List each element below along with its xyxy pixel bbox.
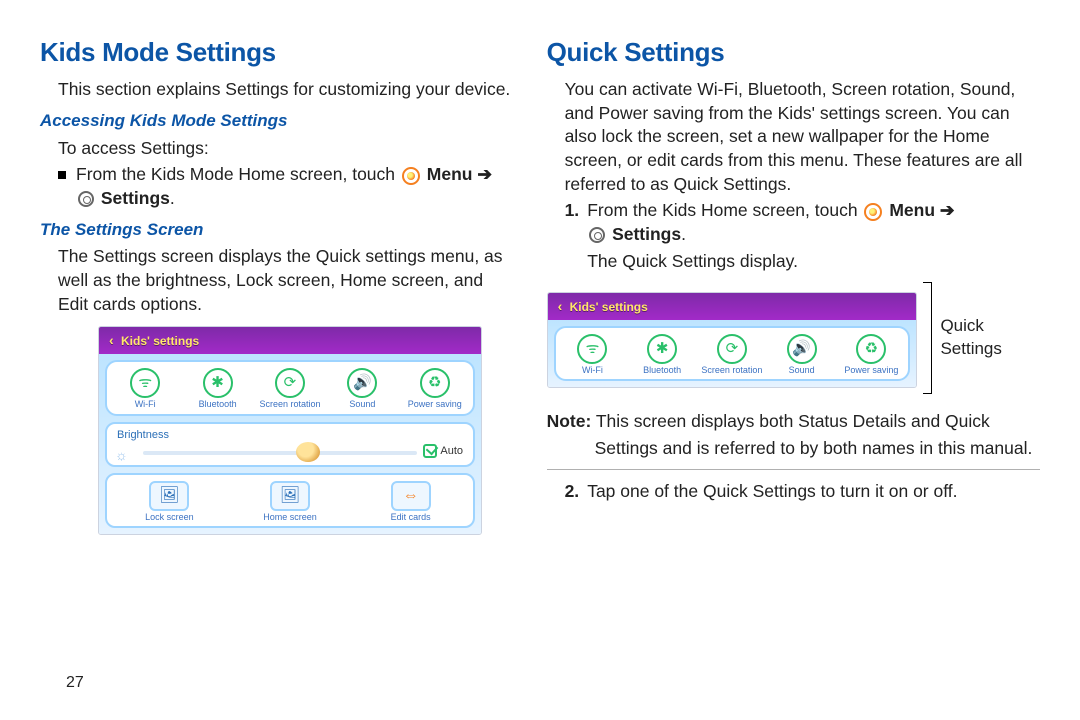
step-number: 2. [565,480,580,504]
power-saving-icon: ♻ [856,334,886,364]
arrow-icon: ➔ [940,200,955,220]
quick-settings-figure-row: ‹ Kids' settings ᯤWi-Fi ✱Bluetooth ⟳Scre… [547,282,1040,394]
bracket-icon [923,282,932,394]
screenshot-header: ‹ Kids' settings [548,293,917,320]
auto-label: Auto [440,445,463,457]
qs-wifi[interactable]: ᯤWi-Fi [560,334,624,375]
bluetooth-icon: ✱ [203,368,233,398]
settings-label: Settings [101,188,170,208]
step1-post: The Quick Settings display. [587,251,798,271]
step-2: 2. Tap one of the Quick Settings to turn… [565,480,1040,504]
step-1: 1. From the Kids Home screen, touch Menu… [565,199,1040,274]
qs-power[interactable]: ♻Power saving [839,334,903,375]
note-label: Note: [547,411,592,431]
brightness-label: Brightness [117,428,463,443]
square-bullet-icon [58,171,66,179]
home-screen-icon: 🖼 [270,481,310,511]
auto-checkbox[interactable]: Auto [423,444,463,459]
back-chevron-icon: ‹ [109,332,114,348]
access-text: To access Settings: [58,137,511,161]
wifi-icon: ᯤ [130,368,160,398]
quick-settings-callout: Quick Settings [940,315,1040,361]
qs-wifi[interactable]: ᯤWi-Fi [113,368,177,409]
quick-settings-panel: ᯤWi-Fi ✱Bluetooth ⟳Screen rotation 🔊Soun… [105,360,475,415]
step1-pre: From the Kids Home screen, touch [587,200,862,220]
bottom-buttons-panel: 🖼Lock screen 🖼Home screen ⇔Edit cards [105,473,475,528]
bluetooth-icon: ✱ [647,334,677,364]
quick-settings-screenshot: ‹ Kids' settings ᯤWi-Fi ✱Bluetooth ⟳Scre… [547,292,918,388]
step-2-text: Tap one of the Quick Settings to turn it… [587,480,957,504]
rotation-icon: ⟳ [717,334,747,364]
menu-icon [402,167,420,185]
subheading-settings-screen: The Settings Screen [40,219,511,242]
note-block: Note: This screen displays both Status D… [547,410,1040,460]
lock-screen-button[interactable]: 🖼Lock screen [119,481,219,522]
bullet-pre: From the Kids Mode Home screen, touch [76,164,400,184]
settings-label: Settings [612,224,681,244]
bullet-text: From the Kids Mode Home screen, touch Me… [76,163,492,210]
edit-cards-icon: ⇔ [391,481,431,511]
quick-settings-panel: ᯤWi-Fi ✱Bluetooth ⟳Screen rotation 🔊Soun… [554,326,911,381]
screenshot-body: ᯤWi-Fi ✱Bluetooth ⟳Screen rotation 🔊Soun… [548,320,917,387]
back-chevron-icon: ‹ [558,298,563,314]
qs-bluetooth[interactable]: ✱Bluetooth [186,368,250,409]
gear-icon [589,227,605,243]
edit-cards-button[interactable]: ⇔Edit cards [361,481,461,522]
page-number: 27 [66,672,84,694]
intro-text: This section explains Settings for custo… [58,78,511,102]
qs-sound[interactable]: 🔊Sound [330,368,394,409]
period: . [681,224,686,244]
wifi-icon: ᯤ [577,334,607,364]
menu-label: Menu [427,164,473,184]
screenshot-header: ‹ Kids' settings [99,327,481,354]
step-1-text: From the Kids Home screen, touch Menu ➔ … [587,199,954,274]
sound-icon: 🔊 [347,368,377,398]
quick-settings-intro: You can activate Wi-Fi, Bluetooth, Scree… [565,78,1040,196]
period: . [170,188,175,208]
brightness-panel: Brightness ☼ Auto [105,422,475,467]
power-saving-icon: ♻ [420,368,450,398]
rotation-icon: ⟳ [275,368,305,398]
screenshot-body: ᯤWi-Fi ✱Bluetooth ⟳Screen rotation 🔊Soun… [99,354,481,534]
left-column: Kids Mode Settings This section explains… [28,35,523,700]
qs-sound[interactable]: 🔊Sound [770,334,834,375]
bullet-item: From the Kids Mode Home screen, touch Me… [58,163,511,210]
screenshot-title: Kids' settings [121,334,199,348]
sound-icon: 🔊 [787,334,817,364]
right-column: Quick Settings You can activate Wi-Fi, B… [535,35,1052,700]
slider-knob-icon[interactable] [296,442,320,462]
checkbox-icon [423,444,437,458]
note-line-2: Settings and is referred to by both name… [595,437,1040,461]
screenshot-title: Kids' settings [570,300,648,314]
menu-icon [864,203,882,221]
sun-icon: ☼ [115,446,128,465]
heading-quick-settings: Quick Settings [547,35,1040,70]
menu-label: Menu [889,200,935,220]
qs-rotation[interactable]: ⟳Screen rotation [258,368,322,409]
note-line-1: This screen displays both Status Details… [591,411,989,431]
settings-screen-text: The Settings screen displays the Quick s… [58,245,511,316]
subheading-accessing: Accessing Kids Mode Settings [40,110,511,133]
home-screen-button[interactable]: 🖼Home screen [240,481,340,522]
arrow-icon: ➔ [477,164,492,184]
settings-screenshot: ‹ Kids' settings ᯤWi-Fi ✱Bluetooth ⟳Scre… [98,326,482,535]
qs-rotation[interactable]: ⟳Screen rotation [700,334,764,375]
step-number: 1. [565,199,580,223]
qs-bluetooth[interactable]: ✱Bluetooth [630,334,694,375]
heading-kids-mode-settings: Kids Mode Settings [40,35,511,70]
qs-power[interactable]: ♻Power saving [403,368,467,409]
lock-screen-icon: 🖼 [149,481,189,511]
separator [547,469,1040,470]
brightness-slider[interactable] [143,451,417,455]
gear-icon [78,191,94,207]
